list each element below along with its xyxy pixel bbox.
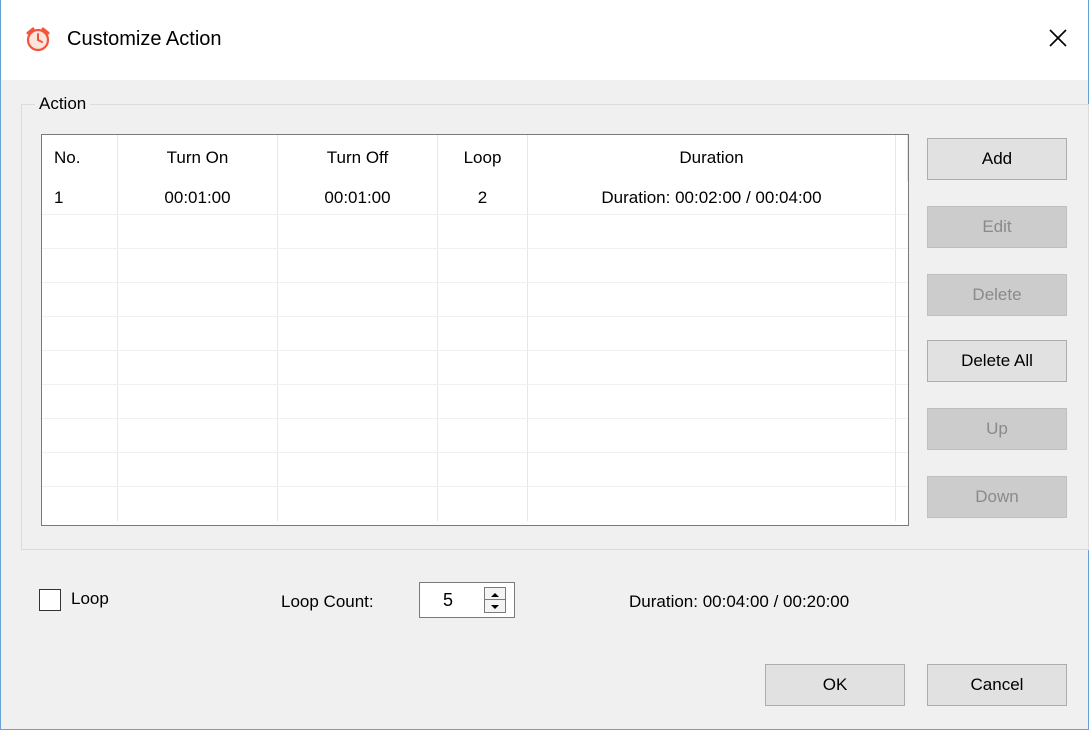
triangle-down-icon: [490, 597, 500, 615]
action-group-label: Action: [35, 94, 91, 114]
edit-button[interactable]: Edit: [927, 206, 1067, 248]
column-header-no[interactable]: No.: [42, 135, 118, 181]
loop-count-label: Loop Count:: [281, 592, 374, 611]
stepper-down-button[interactable]: [485, 600, 505, 612]
cancel-button[interactable]: Cancel: [927, 664, 1067, 706]
loop-checkbox[interactable]: [39, 589, 61, 611]
empty-row: [42, 351, 908, 385]
up-button[interactable]: Up: [927, 408, 1067, 450]
row-duration: Duration: 00:02:00 / 00:04:00: [528, 181, 896, 214]
row-loop: 2: [438, 181, 528, 214]
customize-action-dialog: Customize Action Action No. Turn On Turn…: [0, 0, 1089, 730]
loop-checkbox-label[interactable]: Loop: [71, 589, 109, 609]
title-bar[interactable]: Customize Action: [1, 0, 1088, 80]
column-header-filler: [896, 135, 908, 181]
delete-button[interactable]: Delete: [927, 274, 1067, 316]
column-header-turn-on[interactable]: Turn On: [118, 135, 278, 181]
empty-row: [42, 385, 908, 419]
empty-row: [42, 283, 908, 317]
close-icon: [1048, 28, 1068, 53]
empty-row: [42, 487, 908, 521]
stepper-buttons: [484, 587, 506, 613]
add-button[interactable]: Add: [927, 138, 1067, 180]
delete-all-button[interactable]: Delete All: [927, 340, 1067, 382]
list-header: No. Turn On Turn Off Loop Duration: [42, 135, 908, 181]
table-row[interactable]: 1 00:01:00 00:01:00 2 Duration: 00:02:00…: [42, 181, 908, 215]
empty-row: [42, 215, 908, 249]
action-list[interactable]: No. Turn On Turn Off Loop Duration 1 00:…: [41, 134, 909, 526]
down-button[interactable]: Down: [927, 476, 1067, 518]
loop-count-stepper[interactable]: 5: [419, 582, 515, 618]
loop-count-value[interactable]: 5: [420, 583, 476, 617]
empty-row: [42, 419, 908, 453]
row-turn-off: 00:01:00: [278, 181, 438, 214]
empty-row: [42, 249, 908, 283]
alarm-clock-icon: [25, 26, 51, 52]
window-title: Customize Action: [67, 28, 222, 50]
column-header-turn-off[interactable]: Turn Off: [278, 135, 438, 181]
empty-row: [42, 317, 908, 351]
total-duration-text: Duration: 00:04:00 / 00:20:00: [629, 592, 850, 611]
row-no: 1: [42, 181, 118, 214]
close-button[interactable]: [1036, 18, 1080, 62]
column-header-loop[interactable]: Loop: [438, 135, 528, 181]
row-turn-on: 00:01:00: [118, 181, 278, 214]
empty-row: [42, 453, 908, 487]
column-header-duration[interactable]: Duration: [528, 135, 896, 181]
ok-button[interactable]: OK: [765, 664, 905, 706]
